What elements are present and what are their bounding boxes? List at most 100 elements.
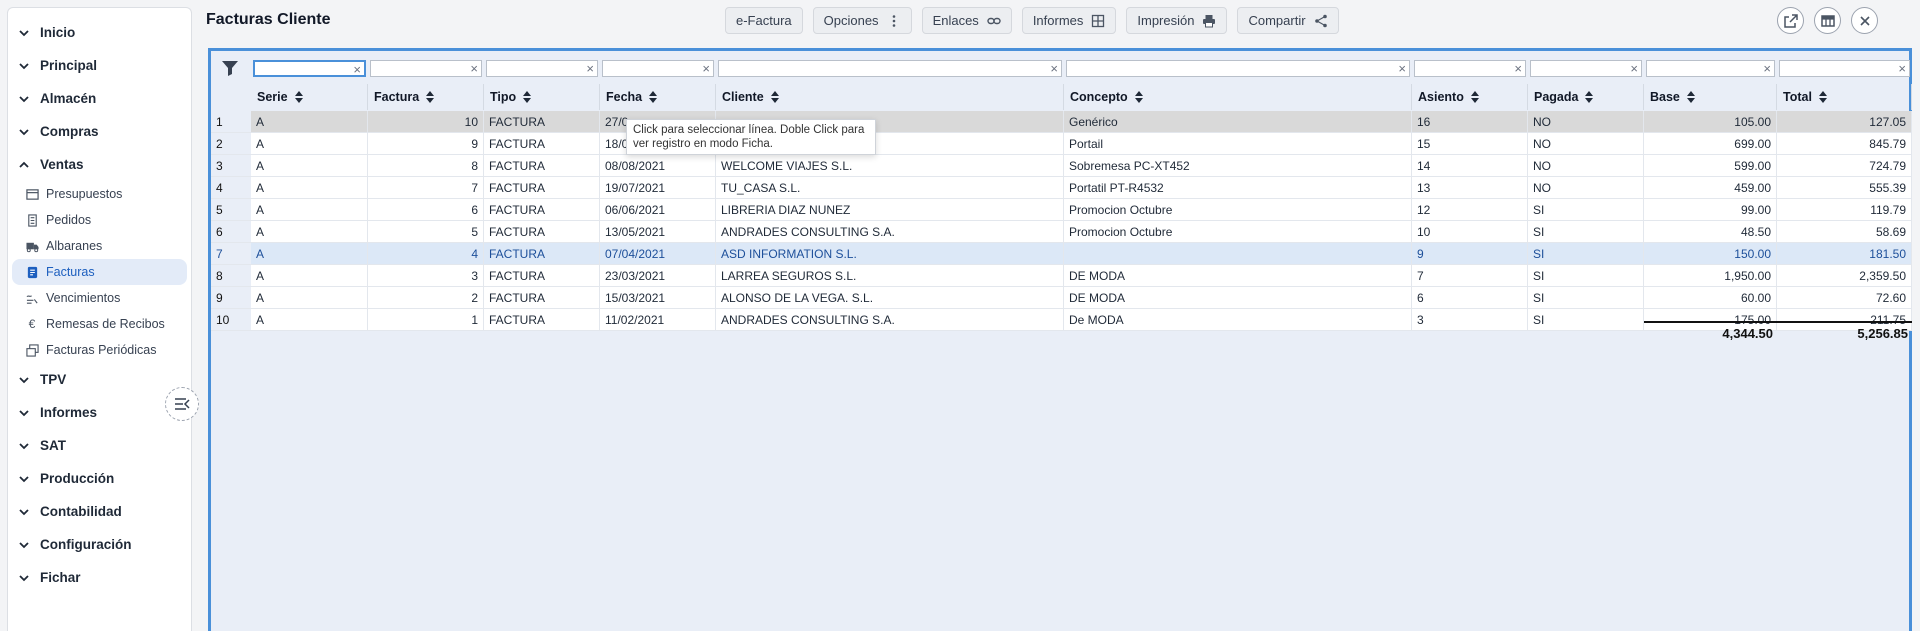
- invoice-grid: × × × × × × × × × × Serie Factura Tipo Fecha Cliente C…: [208, 48, 1912, 631]
- clear-filter-icon[interactable]: ×: [353, 61, 361, 78]
- impresion-button[interactable]: Impresión: [1126, 7, 1228, 34]
- chevron-down-icon: [18, 407, 34, 419]
- sidebar-item-vencimientos[interactable]: Vencimientos: [12, 285, 187, 311]
- cell-fecha: 08/08/2021: [600, 155, 716, 177]
- sidebar-section-inicio[interactable]: Inicio: [8, 16, 191, 49]
- table-row[interactable]: 9 A 2 FACTURA 15/03/2021 ALONSO DE LA VEGA. S…: [211, 287, 1912, 309]
- cell-cliente: TU_CASA S.L.: [716, 177, 1064, 199]
- column-header-tipo[interactable]: Tipo: [484, 84, 600, 110]
- sidebar-item-pedidos[interactable]: Pedidos: [12, 207, 187, 233]
- sidebar-section-produccion[interactable]: Producción: [8, 462, 191, 495]
- sidebar-section-sat[interactable]: SAT: [8, 429, 191, 462]
- cell-base: 699.00: [1644, 133, 1777, 155]
- sort-icon: [649, 91, 658, 103]
- column-header-asiento[interactable]: Asiento: [1412, 84, 1528, 110]
- table-row[interactable]: 4 A 7 FACTURA 19/07/2021 TU_CASA S.L. Portatil…: [211, 177, 1912, 199]
- toolbar-button-label: e-Factura: [736, 13, 792, 28]
- toolbar: e-Factura Opciones Enlaces Informes Impresió…: [725, 7, 1339, 34]
- open-external-button[interactable]: [1777, 7, 1804, 34]
- enlaces-button[interactable]: Enlaces: [921, 7, 1012, 34]
- column-header-fecha[interactable]: Fecha: [600, 84, 716, 110]
- table-row[interactable]: 2 A 9 FACTURA 18/0 Portail 15 NO 699.00 845.79: [211, 133, 1912, 155]
- cell-factura: 4: [368, 243, 484, 265]
- sidebar-section-contabilidad[interactable]: Contabilidad: [8, 495, 191, 528]
- clear-filter-icon[interactable]: ×: [1514, 60, 1522, 77]
- document-lines-icon: [24, 213, 40, 227]
- cell-base: 150.00: [1644, 243, 1777, 265]
- column-header-cliente[interactable]: Cliente: [716, 84, 1064, 110]
- filter-input-tipo[interactable]: ×: [486, 60, 598, 77]
- cell-total: 2,359.50: [1777, 265, 1912, 287]
- cell-asiento: 13: [1412, 177, 1528, 199]
- filter-input-cliente[interactable]: ×: [718, 60, 1062, 77]
- row-number: 5: [211, 199, 251, 221]
- chevron-down-icon: [18, 473, 34, 485]
- table-row[interactable]: 7 A 4 FACTURA 07/04/2021 ASD INFORMATION S.L.…: [211, 243, 1912, 265]
- cell-serie: A: [251, 155, 368, 177]
- sidebar-section-fichar[interactable]: Fichar: [8, 561, 191, 594]
- column-header-concepto[interactable]: Concepto: [1064, 84, 1412, 110]
- clear-filter-icon[interactable]: ×: [1763, 60, 1771, 77]
- sidebar-section-compras[interactable]: Compras: [8, 115, 191, 148]
- table-row[interactable]: 5 A 6 FACTURA 06/06/2021 LIBRERIA DIAZ NUNEZ P…: [211, 199, 1912, 221]
- table-layout-icon: [1820, 14, 1835, 27]
- filter-icon[interactable]: [221, 60, 239, 76]
- table-row[interactable]: 3 A 8 FACTURA 08/08/2021 WELCOME VIAJES S.L. S…: [211, 155, 1912, 177]
- cell-factura: 6: [368, 199, 484, 221]
- opciones-button[interactable]: Opciones: [812, 7, 912, 34]
- toolbar-button-label: Compartir: [1248, 13, 1306, 28]
- cell-total: 127.05: [1777, 111, 1912, 133]
- sidebar-section-ventas[interactable]: Ventas: [8, 148, 191, 181]
- cell-serie: A: [251, 111, 368, 133]
- sidebar-section-label: Inicio: [40, 25, 76, 40]
- sidebar-item-albaranes[interactable]: Albaranes: [12, 233, 187, 259]
- sidebar-section-almacen[interactable]: Almacén: [8, 82, 191, 115]
- clear-filter-icon[interactable]: ×: [1398, 60, 1406, 77]
- sidebar-section-principal[interactable]: Principal: [8, 49, 191, 82]
- clear-filter-icon[interactable]: ×: [1898, 60, 1906, 77]
- column-header-pagada[interactable]: Pagada: [1528, 84, 1644, 110]
- filter-input-concepto[interactable]: ×: [1066, 60, 1410, 77]
- window-controls: [1777, 7, 1878, 34]
- table-layout-button[interactable]: [1814, 7, 1841, 34]
- sidebar-item-remesas-de-recibos[interactable]: € Remesas de Recibos: [12, 311, 187, 337]
- clear-filter-icon[interactable]: ×: [1050, 60, 1058, 77]
- cell-tipo: FACTURA: [484, 265, 600, 287]
- column-header-serie[interactable]: Serie: [251, 84, 368, 110]
- close-button[interactable]: [1851, 7, 1878, 34]
- table-row[interactable]: 6 A 5 FACTURA 13/05/2021 ANDRADES CONSULTING …: [211, 221, 1912, 243]
- sidebar-item-facturas[interactable]: Facturas: [12, 259, 187, 285]
- clear-filter-icon[interactable]: ×: [470, 60, 478, 77]
- cell-total: 555.39: [1777, 177, 1912, 199]
- compartir-button[interactable]: Compartir: [1237, 7, 1339, 34]
- column-header-factura[interactable]: Factura: [368, 84, 484, 110]
- clear-filter-icon[interactable]: ×: [1630, 60, 1638, 77]
- column-header-base[interactable]: Base: [1644, 84, 1777, 110]
- column-header-label: Total: [1783, 90, 1812, 104]
- filter-input-pagada[interactable]: ×: [1530, 60, 1642, 77]
- filter-input-asiento[interactable]: ×: [1414, 60, 1526, 77]
- table-row[interactable]: 1 A 10 FACTURA 27/0 Genérico 16 NO 105.00 127.05: [211, 111, 1912, 133]
- column-header-total[interactable]: Total: [1777, 84, 1912, 110]
- sidebar-section-label: Ventas: [40, 157, 84, 172]
- e-factura-button[interactable]: e-Factura: [725, 7, 803, 34]
- cell-cliente: WELCOME VIAJES S.L.: [716, 155, 1064, 177]
- sidebar-section-tpv[interactable]: TPV: [8, 363, 191, 396]
- sidebar-item-facturas-periodicas[interactable]: Facturas Periódicas: [12, 337, 187, 363]
- sidebar-section-informes[interactable]: Informes: [8, 396, 191, 429]
- table-row[interactable]: 8 A 3 FACTURA 23/03/2021 LARREA SEGUROS S.L. D…: [211, 265, 1912, 287]
- clear-filter-icon[interactable]: ×: [702, 60, 710, 77]
- sidebar-section-configuracion[interactable]: Configuración: [8, 528, 191, 561]
- filter-input-fecha[interactable]: ×: [602, 60, 714, 77]
- sidebar-item-label: Facturas: [46, 265, 95, 279]
- row-number: 9: [211, 287, 251, 309]
- clear-filter-icon[interactable]: ×: [586, 60, 594, 77]
- filter-input-base[interactable]: ×: [1646, 60, 1775, 77]
- informes-button[interactable]: Informes: [1021, 7, 1117, 34]
- filter-input-serie[interactable]: ×: [253, 60, 366, 77]
- cell-tipo: FACTURA: [484, 111, 600, 133]
- filter-input-total[interactable]: ×: [1779, 60, 1910, 77]
- collapse-sidebar-button[interactable]: [165, 387, 199, 421]
- filter-input-factura[interactable]: ×: [370, 60, 482, 77]
- sidebar-item-presupuestos[interactable]: Presupuestos: [12, 181, 187, 207]
